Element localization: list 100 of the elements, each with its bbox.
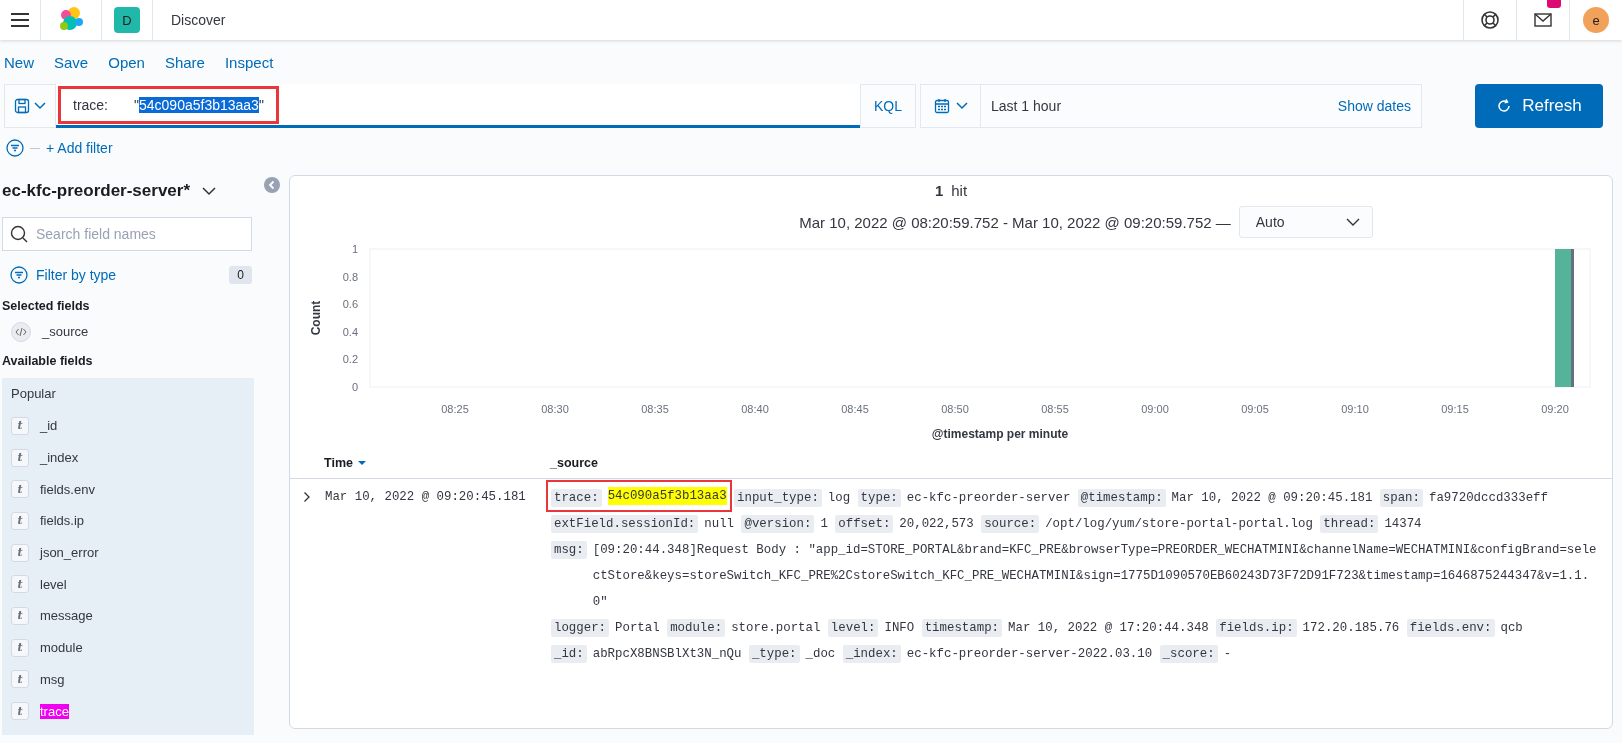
field-key: _score: [1159,645,1218,663]
section-title: Available fields [2,354,94,370]
help-icon[interactable] [1480,10,1500,30]
field-type-icon: t [11,638,29,657]
field-name[interactable]: json_error [40,545,99,561]
menu-link[interactable]: Share [164,53,205,71]
x-tick-label: 08:55 [1041,403,1069,415]
field-name[interactable]: trace [40,703,69,719]
field-value: _doc [805,646,836,663]
x-tick-label: 08:40 [741,403,769,415]
calendar-icon [933,98,950,114]
field-name[interactable]: _id [40,418,58,434]
y-tick-label: 0.2 [342,353,358,366]
field-value: abRpcX8BNSBlXt3N_nQu [592,646,742,663]
x-tick-label: 08:30 [541,403,569,415]
field-value: fa9720dccd333eff [1429,490,1548,507]
menu-link[interactable]: Save [54,53,89,71]
chevron-down-icon[interactable] [202,186,217,196]
field-name[interactable]: fields.ip [40,513,85,529]
expand-chevron-icon[interactable] [303,491,311,503]
field-value: Portal [615,620,660,637]
show-dates-link[interactable]: Show dates [1337,98,1411,114]
field-value: Mar 10, 2022 @ 17:20:44.348 [1008,620,1209,637]
time-range: Mar 10, 2022 @ 08:20:59.752 - Mar 10, 2022 @ 09:20:59.752 — [799,213,1231,231]
query-input[interactable]: trace: "54c090a5f3b13aa3" [56,84,860,128]
field-key: level: [827,619,879,637]
field-value: ec-kfc-preorder-server [906,490,1071,507]
menu-link[interactable]: Inspect [224,53,274,71]
field-type-icon: t [11,448,29,467]
filter-icon[interactable] [10,266,28,284]
field-key: thread: [1320,515,1379,533]
field-name[interactable]: module [40,640,83,656]
field-type-icon: t [11,480,29,499]
column-header[interactable]: _source [550,456,598,470]
field-key: input_type: [734,489,822,507]
y-axis-label: Count [309,300,323,336]
field-value: 20,022,573 [899,516,974,533]
refresh-icon [1496,98,1513,114]
column-header[interactable]: Time [324,456,550,470]
logo-icon[interactable] [58,7,84,33]
field-name[interactable]: level [40,576,67,592]
field-type-icon: t [11,670,29,689]
field-key: timestamp: [921,619,1003,637]
x-tick-label: 09:10 [1341,403,1369,415]
x-tick-label: 08:35 [641,403,669,415]
field-type-icon: t [11,702,29,721]
filter-menu-icon[interactable] [6,139,24,157]
field-search-input[interactable]: Search field names [2,217,252,251]
field-value: 14374 [1384,516,1422,533]
menu-link[interactable]: Open [108,53,145,71]
x-tick-label: 08:45 [841,403,869,415]
field-key: module: [667,619,726,637]
menu-icon[interactable] [11,13,29,27]
field-type-icon: t [11,606,29,625]
field-key: _type: [748,645,800,663]
field-value: 172.20.185.76 [1302,620,1400,637]
page-title: Discover [171,12,226,28]
space-avatar[interactable]: D [114,7,140,33]
date-range[interactable]: Last 1 hour [991,98,1062,114]
refresh-button[interactable]: Refresh [1475,84,1603,128]
field-name[interactable]: message [40,608,93,624]
add-filter-link[interactable]: + Add filter [46,140,113,156]
field-key: offset: [835,515,894,533]
field-name[interactable]: fields.env [40,481,95,497]
field-value: Mar 10, 2022 @ 09:20:45.181 [1171,490,1373,507]
field-key: fields.ip: [1216,619,1297,637]
interval-select[interactable]: Auto [1238,206,1373,238]
field-value: store.portal [731,620,821,637]
field-name[interactable]: msg [40,671,65,687]
y-tick-label: 0 [351,381,358,393]
collapse-icon[interactable] [264,177,280,193]
menu-link[interactable]: New [4,53,34,71]
field-name[interactable]: _source [42,324,89,339]
save-icon [14,98,30,114]
field-key: @timestamp: [1077,489,1166,507]
field-key: logger: [551,619,610,637]
x-tick-label: 09:05 [1241,403,1269,415]
field-key: extField.sessionId: [551,515,699,533]
field-key: _id: [551,645,587,663]
saved-query-button[interactable] [4,84,56,128]
y-tick-label: 1 [351,243,358,255]
x-tick-label: 09:15 [1441,403,1469,415]
field-value: /opt/log/yum/store-portal-portal.log [1045,516,1313,533]
user-avatar[interactable]: e [1583,7,1609,33]
code-icon [11,321,31,342]
sort-caret-icon [356,460,367,466]
field-value: - [1223,646,1232,663]
field-name[interactable]: _index [40,450,79,466]
field-key: _index: [842,645,901,663]
field-value: 54c090a5f3b13aa3 [607,487,727,505]
field-key: @version: [741,515,815,533]
x-tick-label: 08:25 [441,403,469,415]
mail-icon[interactable] [1534,13,1552,27]
hit-label: hit [951,182,968,199]
field-value: log [827,490,851,507]
hit-count: 1 [934,182,944,199]
index-pattern-title[interactable]: ec-kfc-preorder-server* [2,181,191,201]
language-button[interactable]: KQL [860,84,916,128]
filter-by-type-link[interactable]: Filter by type [36,267,117,283]
field-key: source: [981,515,1040,533]
